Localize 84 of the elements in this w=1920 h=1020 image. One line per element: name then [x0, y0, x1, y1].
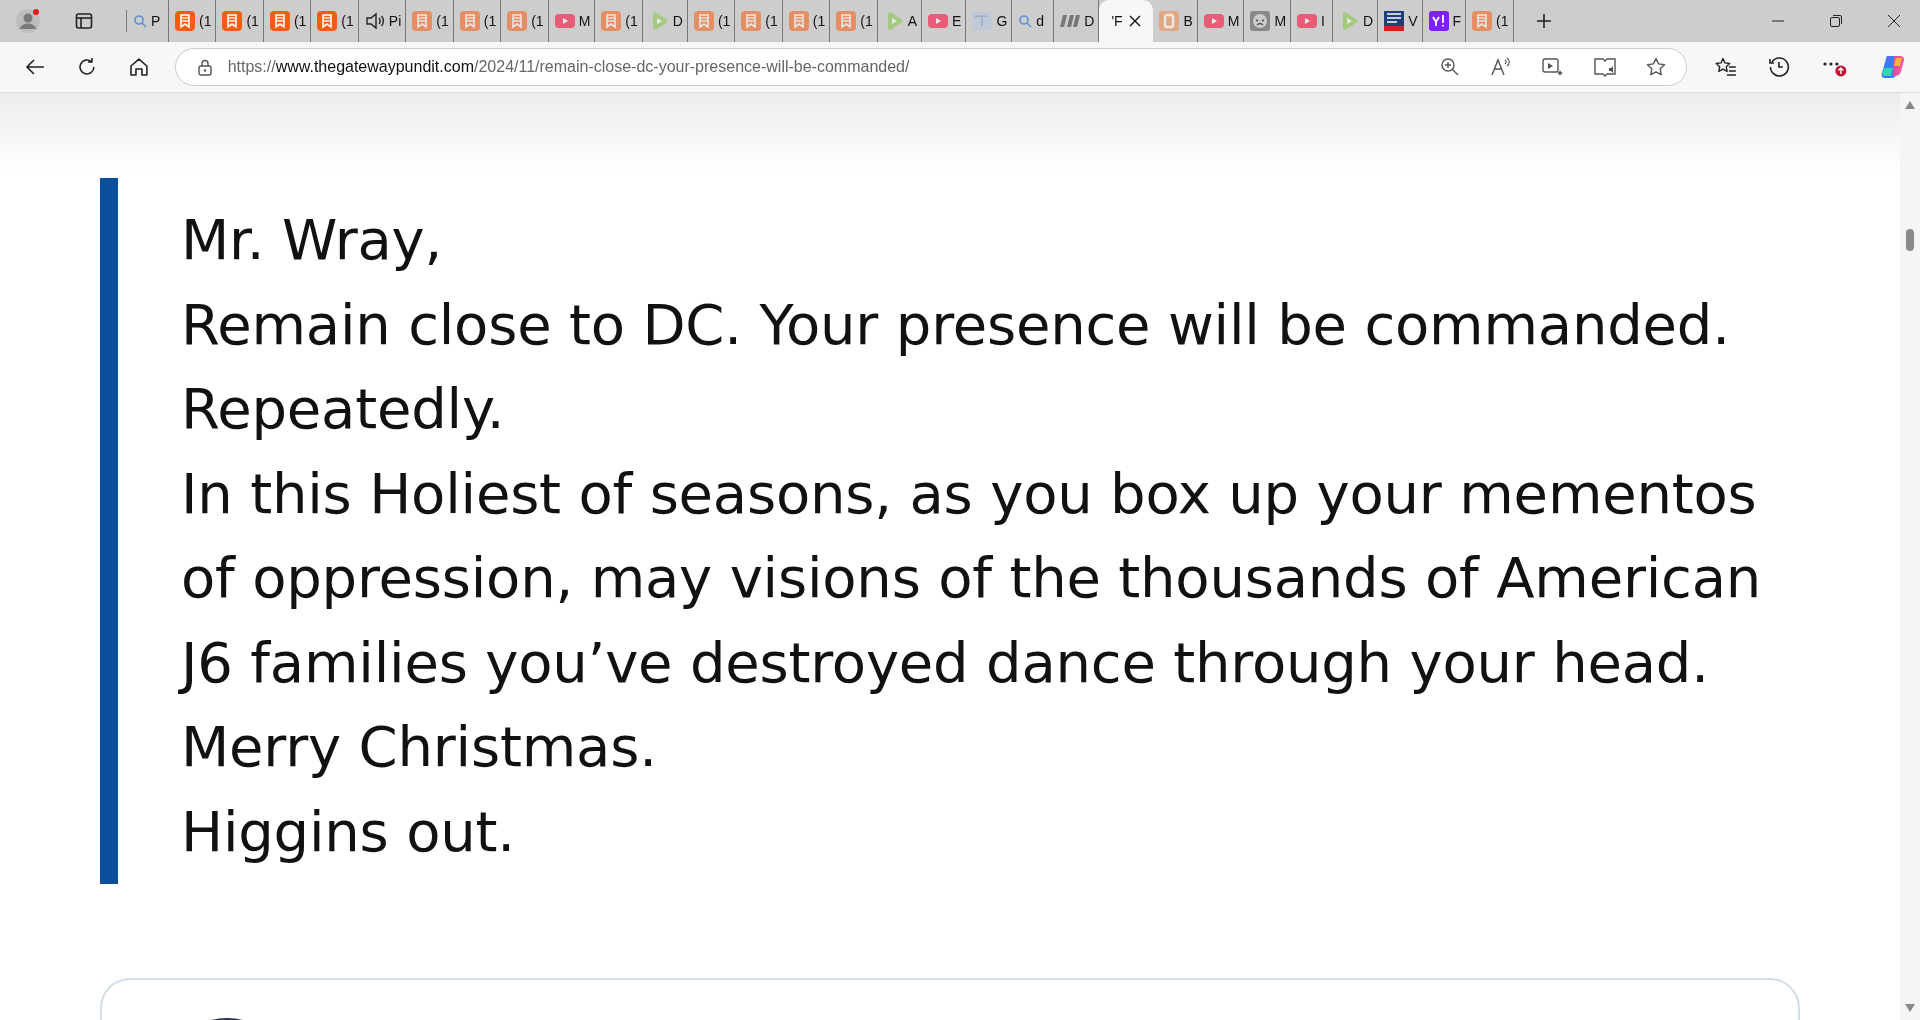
lock-icon	[197, 58, 212, 76]
browser-tab[interactable]: F	[1422, 0, 1467, 42]
close-icon[interactable]	[1128, 15, 1141, 27]
bookmark-icon	[317, 11, 338, 31]
browser-tab[interactable]: (1	[169, 0, 217, 42]
read-aloud-icon[interactable]	[1489, 57, 1512, 77]
bookmark-icon	[412, 11, 433, 31]
tab-actions-icon[interactable]	[75, 12, 93, 30]
bookmark-icon	[601, 11, 622, 31]
bookmark-icon	[693, 11, 714, 31]
browser-tab[interactable]: E	[922, 0, 967, 42]
browser-tab[interactable]: I	[1291, 0, 1334, 42]
news-logo-icon	[1384, 11, 1405, 31]
browser-tab[interactable]: (1	[311, 0, 359, 42]
refresh-icon[interactable]	[76, 57, 97, 77]
browser-tab[interactable]: V	[1378, 0, 1423, 42]
copilot-logo-icon[interactable]	[1880, 54, 1906, 80]
scroll-up-icon[interactable]	[1905, 101, 1915, 109]
quote-text: Mr. Wray,	[181, 206, 444, 274]
face-mask-icon	[1250, 11, 1271, 31]
browser-tab[interactable]: M	[548, 0, 596, 42]
block-logo-icon	[1159, 11, 1180, 31]
search-icon	[1018, 14, 1033, 28]
url-text: https://www.thegatewaypundit.com/2024/11/remain-close-dc-your-presence-will-be-commanded/	[227, 58, 910, 76]
browser-tab[interactable]: 'F	[1099, 0, 1154, 42]
browser-tab[interactable]: (1	[782, 0, 831, 42]
back-arrow-icon[interactable]	[25, 58, 45, 76]
video-play-icon	[1203, 14, 1224, 28]
browser-tab[interactable]: A	[877, 0, 923, 42]
browser-tab[interactable]: (1	[216, 0, 264, 42]
browser-tab[interactable]: D	[1054, 0, 1100, 42]
search-icon	[133, 14, 147, 28]
browser-tab[interactable]: M	[1244, 0, 1292, 42]
slanted-logo-icon	[1060, 14, 1081, 28]
favorites-icon[interactable]	[1714, 57, 1737, 77]
scroll-down-icon[interactable]	[1905, 1004, 1915, 1012]
browser-tab[interactable]: d	[1012, 0, 1055, 42]
video-play-icon	[928, 14, 949, 28]
bookmark-icon	[741, 11, 762, 31]
video-play-icon	[1297, 14, 1318, 28]
bookmark-icon	[222, 11, 243, 31]
browser-tab[interactable]: (1	[735, 0, 783, 42]
scroll-thumb[interactable]	[1906, 229, 1914, 251]
browser-tab[interactable]: (1	[501, 0, 549, 42]
quote-text: Merry Christmas.	[181, 713, 658, 781]
restore-icon[interactable]	[1830, 15, 1842, 27]
browser-tab[interactable]: D	[1333, 0, 1379, 42]
browser-tab[interactable]: (1	[453, 0, 502, 42]
browser-tab[interactable]: M	[1197, 0, 1245, 42]
video-play-icon	[554, 14, 575, 28]
home-icon[interactable]	[128, 57, 149, 77]
bookmark-icon	[269, 11, 290, 31]
browser-tab[interactable]: (1	[595, 0, 643, 42]
address-bar[interactable]: https://www.thegatewaypundit.com/2024/11/remain-close-dc-your-presence-will-be-commanded/	[174, 48, 1687, 86]
video-sparkle-icon[interactable]	[1541, 57, 1564, 77]
new-tab-icon[interactable]	[1535, 13, 1552, 29]
bookmark-icon	[836, 11, 857, 31]
browser-tab[interactable]: (1	[687, 0, 736, 42]
profile-avatar-icon[interactable]	[14, 7, 42, 35]
quote-text: Remain close to DC. Your presence will be commanded. Repeatedly.	[181, 290, 1731, 443]
history-icon[interactable]	[1768, 56, 1791, 78]
bookmark-icon	[507, 11, 528, 31]
bookmark-icon	[459, 11, 480, 31]
speaker-icon	[364, 12, 385, 30]
browser-tab[interactable]: (1	[1466, 0, 1514, 42]
browser-tab[interactable]: Pi	[358, 0, 407, 42]
browser-tab[interactable]: B	[1153, 0, 1198, 42]
image-icon	[972, 12, 993, 30]
browser-tab[interactable]: (1	[830, 0, 878, 42]
browser-tab[interactable]: G	[966, 0, 1013, 42]
browser-tab[interactable]: (1	[263, 0, 312, 42]
bookmark-icon	[788, 11, 809, 31]
y-logo-icon	[1428, 11, 1449, 31]
browser-tab[interactable]: P	[127, 0, 169, 42]
star-icon[interactable]	[1645, 57, 1666, 77]
scrollbar[interactable]	[1900, 93, 1920, 1020]
immersive-reader-icon[interactable]	[1593, 57, 1616, 77]
bookmark-icon	[175, 11, 195, 31]
browser-tab[interactable]: (1	[406, 0, 454, 42]
quote-text: Higgins out.	[181, 797, 516, 866]
bookmark-icon	[1472, 11, 1493, 31]
zoom-in-icon[interactable]	[1439, 57, 1460, 77]
browser-tab[interactable]: D	[642, 0, 688, 42]
close-icon[interactable]	[1888, 15, 1900, 27]
